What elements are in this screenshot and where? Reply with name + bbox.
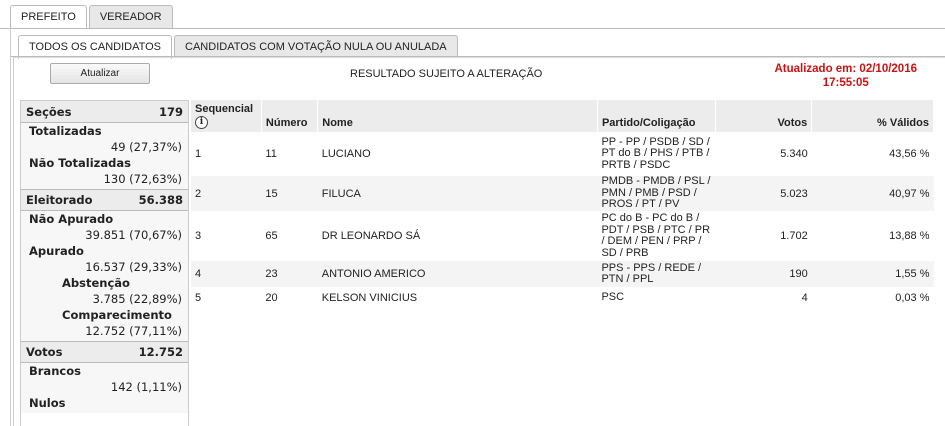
votos-value: 12.752 bbox=[138, 345, 183, 359]
cell-nome: KELSON VINICIUS bbox=[321, 292, 418, 304]
secoes-label: Seções bbox=[26, 104, 72, 119]
header-partido[interactable]: Partido/Coligação bbox=[597, 100, 716, 132]
header-sequencial[interactable]: Sequencial i bbox=[191, 100, 262, 132]
summary-secoes: Seções 179 bbox=[21, 101, 188, 123]
nulos-label: Nulos bbox=[29, 396, 66, 410]
cell-numero: 23 bbox=[261, 261, 318, 287]
cell-partido: PP - PP / PSDB / SD / PT do B / PHS / PT… bbox=[601, 135, 710, 171]
cell-nome: FILUCA bbox=[317, 176, 598, 211]
candidate-filter-tabs: TODOS OS CANDIDATOS CANDIDATOS COM VOTAÇ… bbox=[18, 35, 460, 59]
cell-votos: 4 bbox=[801, 292, 808, 304]
info-icon[interactable]: i bbox=[195, 116, 208, 129]
table-body: 1 11 LUCIANO PP - PP / PSDB / SD / PT do… bbox=[191, 132, 934, 309]
table-row: 4 23 ANTONIO AMERICO PPS - PPS / REDE / … bbox=[191, 261, 934, 287]
results-content: Atualizar RESULTADO SUJEITO A ALTERAÇÃO … bbox=[13, 57, 945, 426]
table-row: 1 11 LUCIANO PP - PP / PSDB / SD / PT do… bbox=[191, 132, 934, 176]
apurado-value: 16.537 (29,33%) bbox=[85, 260, 182, 274]
table-row: 3 65 DR LEONARDO SÁ PC do B - PC do B / … bbox=[191, 211, 934, 261]
cell-votos: 5.340 bbox=[780, 148, 808, 160]
votos-details: Brancos 142 (1,11%) Nulos bbox=[21, 363, 188, 413]
cell-numero: 20 bbox=[265, 292, 278, 304]
cell-nome: ANTONIO AMERICO bbox=[317, 261, 598, 287]
table-row: 5 20 KELSON VINICIUS PSC 4 0,03 % bbox=[191, 287, 934, 309]
comparecimento-value: 12.752 (77,11%) bbox=[85, 324, 182, 338]
cell-nome: DR LEONARDO SÁ bbox=[321, 230, 421, 242]
result-notice: RESULTADO SUJEITO A ALTERAÇÃO bbox=[350, 68, 543, 80]
cell-seq: 1 bbox=[195, 148, 202, 160]
cell-validos: 40,97 % bbox=[811, 176, 934, 211]
cell-partido: PSC bbox=[601, 291, 625, 304]
apurado-label: Apurado bbox=[29, 244, 84, 258]
header-validos[interactable]: % Válidos bbox=[811, 100, 934, 132]
cell-partido: PMDB - PMDB / PSL / PMN / PMB / PSD / PR… bbox=[597, 176, 716, 211]
cell-validos: 0,03 % bbox=[895, 292, 930, 304]
updated-date: Atualizado em: 02/10/2016 bbox=[774, 63, 917, 75]
updated-time: 17:55:05 bbox=[822, 77, 869, 89]
cell-seq: 3 bbox=[195, 230, 202, 242]
cell-nome: LUCIANO bbox=[321, 148, 371, 160]
candidates-table-wrap: Sequencial i Número Nome Partido/Coligaç… bbox=[191, 100, 934, 309]
abstencao-label: Abstenção bbox=[62, 276, 130, 290]
cell-seq: 4 bbox=[191, 261, 262, 287]
totalizadas-value: 49 (27,37%) bbox=[110, 140, 182, 154]
cell-validos: 13,88 % bbox=[889, 230, 930, 242]
cell-votos: 1.702 bbox=[780, 230, 808, 242]
eleitorado-value: 56.388 bbox=[138, 193, 183, 207]
prefeito-panel: TODOS OS CANDIDATOS CANDIDATOS COM VOTAÇ… bbox=[10, 28, 945, 426]
abstencao-value: 3.785 (22,89%) bbox=[92, 292, 182, 306]
brancos-value: 142 (1,11%) bbox=[110, 380, 182, 394]
header-sequencial-label: Sequencial bbox=[195, 103, 254, 115]
secoes-value: 179 bbox=[158, 104, 183, 119]
table-header-row: Sequencial i Número Nome Partido/Coligaç… bbox=[191, 100, 934, 132]
eleitorado-details: Não Apurado 39.851 (70,67%) Apurado 16.5… bbox=[21, 211, 188, 341]
nao-apurado-value: 39.851 (70,67%) bbox=[85, 228, 182, 242]
cell-numero: 15 bbox=[261, 176, 318, 211]
tab-votacao-nula[interactable]: CANDIDATOS COM VOTAÇÃO NULA OU ANULADA bbox=[174, 35, 458, 58]
refresh-button[interactable]: Atualizar bbox=[50, 63, 150, 84]
eleitorado-label: Eleitorado bbox=[26, 193, 93, 207]
comparecimento-label: Comparecimento bbox=[62, 308, 172, 322]
cell-partido: PPS - PPS / REDE / PTN / PPL bbox=[597, 261, 716, 287]
header-numero[interactable]: Número bbox=[261, 100, 319, 132]
nao-totalizadas-label: Não Totalizadas bbox=[29, 156, 131, 170]
summary-votos: Votos 12.752 bbox=[21, 341, 188, 363]
secoes-details: Totalizadas 49 (27,37%) Não Totalizadas … bbox=[21, 123, 188, 189]
nao-totalizadas-value: 130 (72,63%) bbox=[103, 172, 182, 186]
tab-prefeito[interactable]: PREFEITO bbox=[10, 5, 87, 29]
cell-votos: 190 bbox=[715, 261, 812, 287]
votos-label: Votos bbox=[26, 345, 63, 359]
cell-numero: 65 bbox=[265, 230, 278, 242]
summary-eleitorado: Eleitorado 56.388 bbox=[21, 189, 188, 211]
cell-partido: PC do B - PC do B / PDT / PSB / PTC / PR… bbox=[601, 212, 711, 259]
cell-validos: 1,55 % bbox=[811, 261, 934, 287]
nao-apurado-label: Não Apurado bbox=[29, 212, 114, 226]
header-votos[interactable]: Votos bbox=[715, 100, 813, 132]
office-tabs: PREFEITO VEREADOR bbox=[10, 5, 175, 29]
candidates-table: Sequencial i Número Nome Partido/Coligaç… bbox=[191, 100, 934, 309]
brancos-label: Brancos bbox=[29, 364, 81, 378]
cell-seq: 2 bbox=[191, 176, 262, 211]
cell-votos: 5.023 bbox=[715, 176, 812, 211]
cell-numero: 11 bbox=[265, 148, 277, 160]
tab-vereador[interactable]: VEREADOR bbox=[88, 5, 173, 28]
totalizadas-label: Totalizadas bbox=[29, 124, 102, 138]
cell-seq: 5 bbox=[195, 292, 202, 304]
updated-timestamp: Atualizado em: 02/10/2016 17:55:05 bbox=[774, 62, 917, 90]
table-row: 2 15 FILUCA PMDB - PMDB / PSL / PMN / PM… bbox=[191, 176, 934, 211]
header-nome[interactable]: Nome bbox=[317, 100, 598, 132]
summary-panel: Seções 179 Totalizadas 49 (27,37%) Não T… bbox=[20, 100, 189, 426]
cell-validos: 43,56 % bbox=[889, 148, 930, 160]
